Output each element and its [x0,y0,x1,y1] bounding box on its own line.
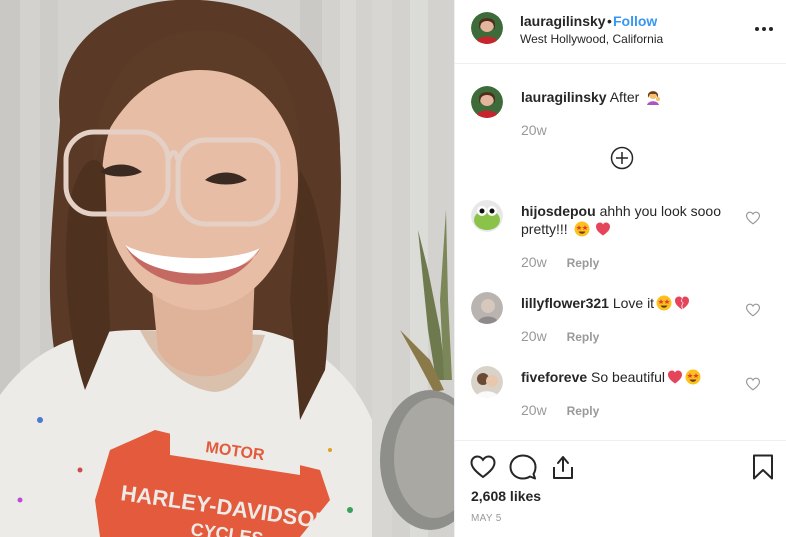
heart-emoji [596,222,611,236]
comment-body: Love it [612,295,655,311]
comment-item: fiveforeve So beautiful 20w Reply [471,366,771,422]
bookmark-icon[interactable] [749,453,777,481]
avatar[interactable] [471,12,503,44]
caption-body: After [609,89,640,105]
post-header: lauragilinsky • Follow West Hollywood, C… [455,0,786,64]
comment-time[interactable]: 20w [521,254,547,270]
avatar[interactable] [471,200,503,232]
header-username[interactable]: lauragilinsky [520,13,606,29]
comment-item: lillyflower321 Love it 20w Reply [471,292,771,348]
comment-username[interactable]: fiveforeve [521,369,587,385]
avatar[interactable] [471,86,503,118]
action-bar: 2,608 likes MAY 5 [455,440,786,537]
comment-icon[interactable] [509,453,537,481]
comment-text: lillyflower321 Love it [521,294,756,312]
comment-like-icon[interactable] [745,376,761,392]
more-icon[interactable] [753,20,775,38]
caption-meta: 20w [521,122,547,138]
follow-button[interactable]: Follow [613,13,657,29]
avatar[interactable] [471,292,503,324]
heart-emoji [668,370,682,384]
location-link[interactable]: West Hollywood, California [520,32,663,46]
comment-meta: 20w Reply [521,402,599,418]
comment-text: hijosdepou ahhh you look sooo pretty!!! [521,202,756,238]
post-panel: lauragilinsky • Follow West Hollywood, C… [454,0,786,537]
post-image: MOTOR HARLEY-DAVIDSON CYCLES [0,0,454,537]
star-struck-emoji [685,369,701,385]
caption-text: lauragilinsky After [521,88,756,106]
comment-username[interactable]: hijosdepou [521,203,596,219]
post-date[interactable]: MAY 5 [471,513,502,524]
comment-time[interactable]: 20w [521,402,547,418]
comment-item: hijosdepou ahhh you look sooo pretty!!! … [471,200,771,272]
reply-button[interactable]: Reply [567,330,600,344]
avatar[interactable] [471,366,503,398]
comment-meta: 20w Reply [521,328,599,344]
comment-username[interactable]: lillyflower321 [521,295,609,311]
comment-body: So beautiful [591,369,665,385]
caption-username[interactable]: lauragilinsky [521,89,607,105]
share-icon[interactable] [549,453,577,481]
comment-like-icon[interactable] [745,210,761,226]
star-struck-emoji [574,221,590,237]
comment-meta: 20w Reply [521,254,599,270]
likes-count[interactable]: 2,608 likes [471,488,541,504]
comment-like-icon[interactable] [745,302,761,318]
woman-tipping-hand-emoji [647,91,661,105]
header-separator: • [607,13,612,29]
broken-heart-emoji [675,296,690,310]
comment-text: fiveforeve So beautiful [521,368,756,386]
reply-button[interactable]: Reply [567,256,600,270]
star-struck-emoji [656,295,672,311]
post-photo[interactable]: MOTOR HARLEY-DAVIDSON CYCLES [0,0,454,537]
caption: lauragilinsky After 20w [471,86,771,146]
plus-circle-icon[interactable] [610,146,634,170]
reply-button[interactable]: Reply [567,404,600,418]
heart-icon[interactable] [469,453,497,481]
caption-time[interactable]: 20w [521,122,547,138]
comment-time[interactable]: 20w [521,328,547,344]
